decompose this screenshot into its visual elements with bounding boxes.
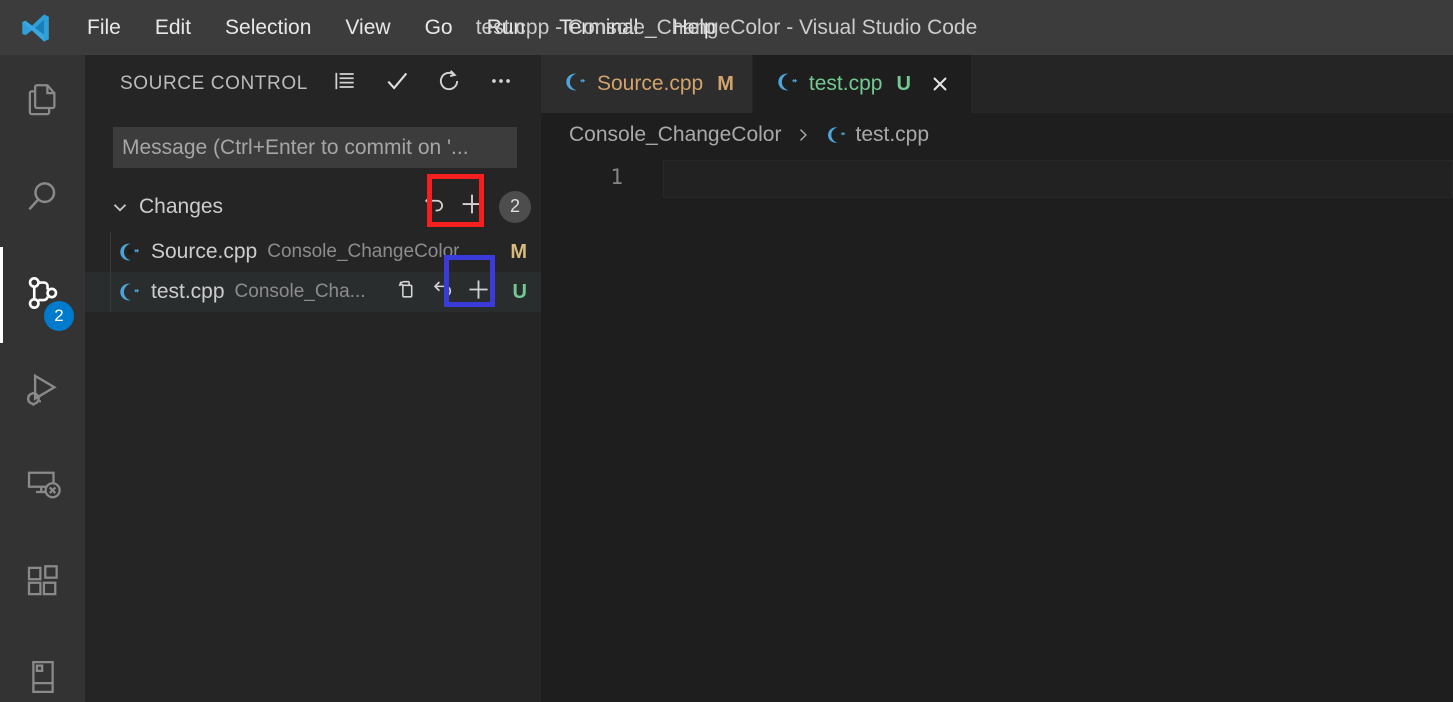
stage-changes-button[interactable] xyxy=(461,275,495,309)
status-badge: M xyxy=(510,240,527,263)
source-control-panel: SOURCE CONTROL Message (Ctrl+Enter to co… xyxy=(85,55,541,702)
refresh-icon xyxy=(435,67,463,100)
cpp-file-icon xyxy=(115,278,143,306)
status-badge: U xyxy=(512,280,527,303)
run-debug-icon xyxy=(22,368,64,415)
source-control-header: SOURCE CONTROL xyxy=(85,55,541,112)
breadcrumb-item-project[interactable]: Console_ChangeColor xyxy=(569,123,781,147)
view-as-list-icon xyxy=(332,68,358,99)
sidebar-item-source-control[interactable]: 2 xyxy=(0,247,85,343)
vscode-logo-icon xyxy=(0,0,70,55)
list-item-test-cpp[interactable]: test.cpp Console_Cha... U xyxy=(85,272,541,312)
discard-changes-button[interactable] xyxy=(425,275,459,309)
changes-group-label: Changes xyxy=(139,194,224,218)
vscode-window: File Edit Selection View Go Run Terminal… xyxy=(0,0,1453,702)
search-icon xyxy=(22,176,64,223)
chevron-down-icon xyxy=(107,194,133,220)
cpp-file-icon xyxy=(563,70,587,99)
stage-all-changes-button[interactable] xyxy=(455,190,489,224)
tree-indent-guide xyxy=(110,272,111,312)
breadcrumb-item-file[interactable]: test.cpp xyxy=(855,123,929,147)
source-control-header-actions xyxy=(328,67,518,101)
tree-indent-guide xyxy=(110,232,111,272)
line-number: 1 xyxy=(610,165,623,189)
list-item-source-cpp[interactable]: Source.cpp Console_ChangeColor M xyxy=(85,232,541,272)
close-icon[interactable] xyxy=(927,71,953,97)
activity-bar: 2 xyxy=(0,55,85,702)
file-row-actions xyxy=(389,272,495,312)
files-icon xyxy=(22,80,64,127)
testing-icon xyxy=(22,656,64,702)
file-name: Source.cpp xyxy=(151,240,258,263)
menu-item-help[interactable]: Help xyxy=(655,0,732,55)
menu-item-selection[interactable]: Selection xyxy=(208,0,328,55)
changes-group-actions: 2 xyxy=(417,181,531,232)
open-file-button[interactable] xyxy=(389,275,423,309)
sidebar-item-search[interactable] xyxy=(0,151,85,247)
refresh-button[interactable] xyxy=(432,67,466,101)
current-line-highlight xyxy=(663,160,1453,198)
sidebar-item-run-and-debug[interactable] xyxy=(0,343,85,439)
menu-item-edit[interactable]: Edit xyxy=(138,0,208,55)
cpp-file-icon xyxy=(825,124,847,146)
more-actions-button[interactable] xyxy=(484,67,518,101)
breadcrumb: Console_ChangeColor test.cpp xyxy=(541,113,1453,157)
changes-group-header[interactable]: Changes 2 xyxy=(85,181,541,232)
ellipsis-icon xyxy=(488,68,514,99)
view-as-list-button[interactable] xyxy=(328,67,362,101)
file-name: test.cpp xyxy=(151,280,225,303)
cpp-file-icon xyxy=(775,70,799,99)
menu-item-run[interactable]: Run xyxy=(470,0,543,55)
menu-item-go[interactable]: Go xyxy=(408,0,470,55)
discard-all-changes-button[interactable] xyxy=(417,190,451,224)
menu-item-terminal[interactable]: Terminal xyxy=(542,0,655,55)
sidebar-item-testing[interactable] xyxy=(0,631,85,702)
discard-icon xyxy=(430,277,455,307)
tab-source-cpp[interactable]: Source.cpp M xyxy=(541,55,753,113)
plus-icon xyxy=(464,275,493,309)
remote-explorer-icon xyxy=(22,464,64,511)
discard-icon xyxy=(421,191,447,222)
tab-label: Source.cpp xyxy=(597,72,704,95)
title-bar: File Edit Selection View Go Run Terminal… xyxy=(0,0,1453,55)
tab-test-cpp[interactable]: test.cpp U xyxy=(752,55,972,113)
cpp-file-icon xyxy=(115,238,143,266)
chevron-right-icon xyxy=(793,125,813,145)
sidebar-item-explorer[interactable] xyxy=(0,55,85,151)
check-icon xyxy=(383,67,411,100)
commit-message-input[interactable] xyxy=(113,127,517,168)
editor-tab-bar: Source.cpp M test.cpp U xyxy=(541,55,1453,113)
extensions-icon xyxy=(22,560,64,607)
code-editor[interactable]: 1 xyxy=(541,157,1453,702)
tab-status-badge: U xyxy=(896,72,911,95)
tab-status-badge: M xyxy=(717,72,734,95)
source-control-badge: 2 xyxy=(44,301,74,331)
editor-area: Source.cpp M test.cpp U Console_ChangeCo… xyxy=(541,55,1453,702)
file-path: Console_Cha... xyxy=(234,281,366,302)
open-file-icon xyxy=(394,277,419,307)
commit-button[interactable] xyxy=(380,67,414,101)
tab-label: test.cpp xyxy=(808,72,883,95)
sidebar-item-remote-explorer[interactable] xyxy=(0,439,85,535)
panel-title: SOURCE CONTROL xyxy=(120,72,308,94)
changes-count-badge: 2 xyxy=(499,190,531,223)
plus-icon xyxy=(457,189,487,224)
sidebar-item-extensions[interactable] xyxy=(0,535,85,631)
file-path: Console_ChangeColor xyxy=(267,241,460,262)
menu-bar: File Edit Selection View Go Run Terminal… xyxy=(70,0,733,55)
menu-item-file[interactable]: File xyxy=(70,0,138,55)
menu-item-view[interactable]: View xyxy=(328,0,407,55)
